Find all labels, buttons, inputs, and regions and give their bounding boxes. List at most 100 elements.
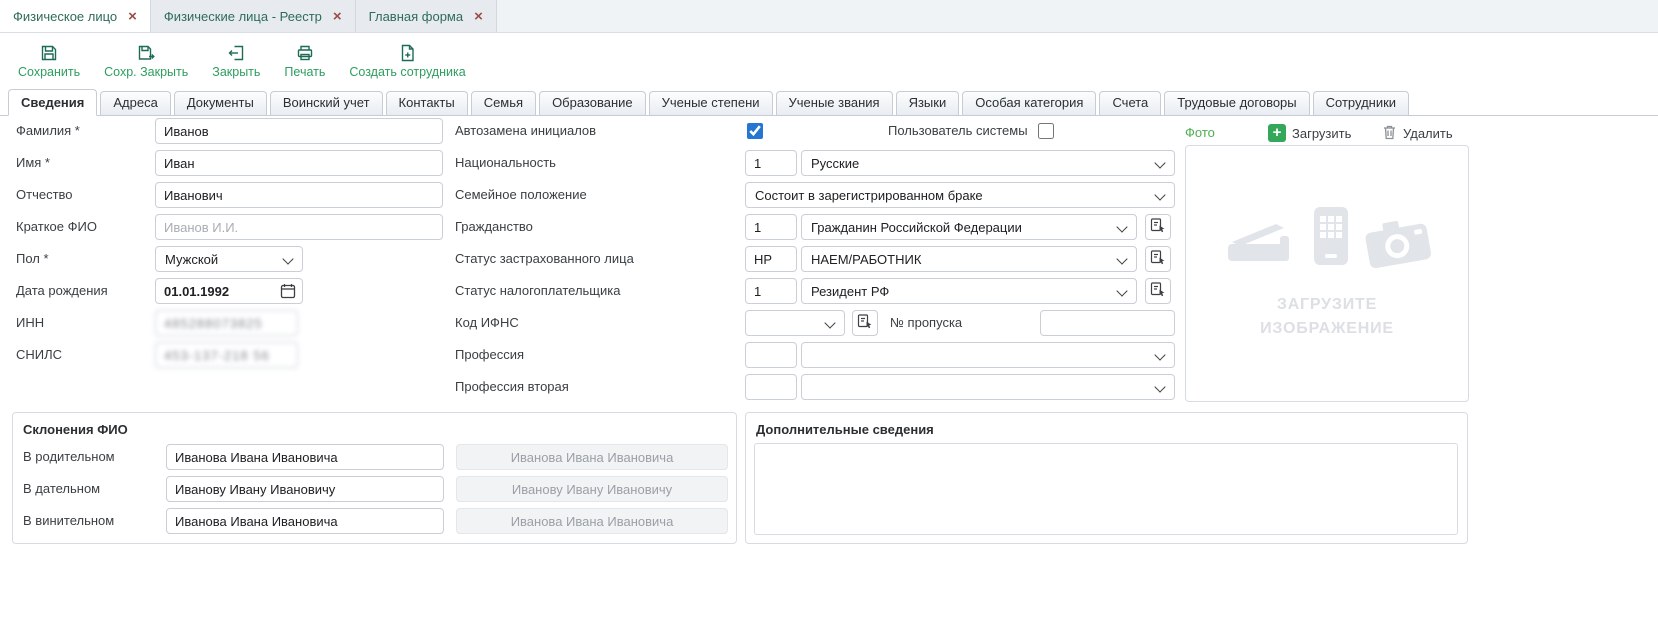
close-icon[interactable]: × [333,9,342,24]
tab-trudovye-dogovory[interactable]: Трудовые договоры [1164,91,1309,115]
chevron-down-icon [1154,349,1165,360]
smartphone-icon [1312,206,1350,271]
additional-info-panel: Дополнительные сведения [745,412,1468,544]
tab-yazyki[interactable]: Языки [896,91,960,115]
dative-suggestion-button[interactable]: Иванову Ивану Ивановичу [456,476,728,502]
insured-status-picker-button[interactable] [1145,246,1171,272]
window-tab-label: Физическое лицо [13,9,117,24]
declensions-panel: Склонения ФИО В родительном Иванова Иван… [12,412,737,544]
ifns-code-select[interactable] [745,310,845,336]
tab-dokumenty[interactable]: Документы [174,91,267,115]
window-tab-main-form[interactable]: Главная форма × [356,0,497,32]
snils-label: СНИЛС [16,342,62,368]
pass-number-input[interactable] [1040,310,1175,336]
profession-second-code-input[interactable] [745,374,797,400]
plus-icon: + [1268,124,1286,142]
birth-date-field [155,278,303,304]
marital-status-select[interactable]: Состоит в зарегистрированном браке [745,182,1175,208]
tab-osobaya-kategoriya[interactable]: Особая категория [962,91,1096,115]
accusative-suggestion-button[interactable]: Иванова Ивана Ивановича [456,508,728,534]
save-close-button[interactable]: Сохр. Закрыть [104,43,188,79]
genitive-suggestion-button[interactable]: Иванова Ивана Ивановича [456,444,728,470]
window-tab-label: Главная форма [369,9,463,24]
tab-adresa[interactable]: Адреса [100,91,170,115]
photo-label: Фото [1185,121,1215,145]
photo-placeholder-icons [1224,206,1430,271]
window-tab-persons-registry[interactable]: Физические лица - Реестр × [151,0,356,32]
tab-uchenye-zvaniya[interactable]: Ученые звания [776,91,893,115]
window-tab-bar: Физическое лицо × Физические лица - Реес… [0,0,1658,33]
profession-second-select[interactable] [801,374,1175,400]
citizenship-value: Гражданин Российской Федерации [811,220,1022,235]
print-button-label: Печать [284,65,325,79]
select-from-list-icon [1150,281,1166,302]
print-button[interactable]: Печать [284,43,325,79]
nationality-code-input[interactable] [745,150,797,176]
profession-select[interactable] [801,342,1175,368]
close-icon[interactable]: × [128,9,137,24]
dative-input[interactable] [166,476,444,502]
ifns-picker-button[interactable] [852,310,878,336]
insured-status-select[interactable]: НАЕМ/РАБОТНИК [801,246,1137,272]
taxpayer-status-select[interactable]: Резидент РФ [801,278,1137,304]
surname-input[interactable] [155,118,443,144]
birth-date-label: Дата рождения [16,278,108,304]
additional-info-textarea[interactable] [754,443,1458,535]
create-employee-button[interactable]: Создать сотрудника [349,43,465,79]
accusative-input[interactable] [166,508,444,534]
first-name-input[interactable] [155,150,443,176]
window-tab-person[interactable]: Физическое лицо × [0,0,151,32]
upload-photo-label: Загрузить [1292,126,1351,141]
tab-scheta[interactable]: Счета [1099,91,1161,115]
profession-code-input[interactable] [745,342,797,368]
patronymic-input[interactable] [155,182,443,208]
calendar-icon[interactable] [280,283,296,304]
person-form-page: Физическое лицо × Физические лица - Реес… [0,0,1658,637]
nationality-select[interactable]: Русские [801,150,1175,176]
first-name-label: Имя * [16,150,50,176]
tab-voinskiy-uchet[interactable]: Воинский учет [270,91,383,115]
upload-photo-button[interactable]: + Загрузить [1268,121,1351,145]
citizenship-code-input[interactable] [745,214,797,240]
photo-placeholder[interactable]: ЗАГРУЗИТЕ ИЗОБРАЖЕНИЕ [1185,145,1469,402]
citizenship-picker-button[interactable] [1145,214,1171,240]
tab-uchenye-stepeni[interactable]: Ученые степени [649,91,773,115]
dative-label: В дательном [23,476,100,502]
close-button-label: Закрыть [212,65,260,79]
declensions-title: Склонения ФИО [23,422,128,437]
taxpayer-status-picker-button[interactable] [1145,278,1171,304]
nationality-label: Национальность [455,150,556,176]
tab-semya[interactable]: Семья [471,91,536,115]
save-button[interactable]: Сохранить [18,43,80,79]
save-close-icon [136,43,156,63]
close-icon[interactable]: × [474,9,483,24]
citizenship-select[interactable]: Гражданин Российской Федерации [801,214,1137,240]
insured-status-code-input[interactable] [745,246,797,272]
chevron-down-icon [282,253,293,264]
create-employee-icon [398,43,418,63]
tab-obrazovanie[interactable]: Образование [539,91,646,115]
inn-label: ИНН [16,310,44,336]
snils-input[interactable] [155,342,298,368]
gender-select[interactable]: Мужской [155,246,303,272]
tab-sotrudniki[interactable]: Сотрудники [1313,91,1409,115]
delete-photo-button[interactable]: Удалить [1382,121,1453,145]
tab-svedeniya[interactable]: Сведения [8,89,97,116]
taxpayer-status-code-input[interactable] [745,278,797,304]
genitive-input[interactable] [166,444,444,470]
auto-initials-checkbox[interactable] [747,123,763,139]
scanner-icon [1224,212,1296,271]
inn-input[interactable] [155,310,298,336]
tab-kontakty[interactable]: Контакты [386,91,468,115]
chevron-down-icon [1154,189,1165,200]
window-tab-label: Физические лица - Реестр [164,9,322,24]
close-button[interactable]: Закрыть [212,43,260,79]
pass-number-label: № пропуска [890,310,962,336]
upload-image-text: ЗАГРУЗИТЕ ИЗОБРАЖЕНИЕ [1260,293,1394,341]
taxpayer-status-value: Резидент РФ [811,284,889,299]
marital-status-label: Семейное положение [455,182,587,208]
citizenship-label: Гражданство [455,214,533,240]
system-user-checkbox[interactable] [1038,123,1054,139]
short-fio-input[interactable] [155,214,443,240]
auto-initials-label: Автозамена инициалов [455,118,596,144]
